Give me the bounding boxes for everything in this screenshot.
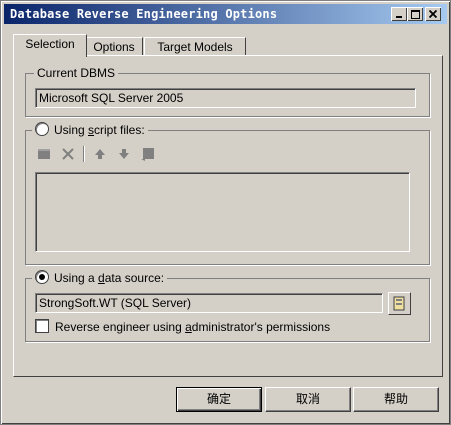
data-source-group: Using a data source: StrongSoft.WT (SQL … <box>25 270 430 342</box>
script-files-option[interactable]: Using script files: <box>32 122 148 138</box>
maximize-icon <box>410 10 420 19</box>
data-source-field[interactable]: StrongSoft.WT (SQL Server) <box>35 293 383 313</box>
ok-button[interactable]: 确定 <box>176 387 262 412</box>
minimize-icon <box>396 16 402 18</box>
close-button[interactable] <box>425 7 441 21</box>
window-title: Database Reverse Engineering Options <box>10 7 278 21</box>
admin-label-post: dministrator's permissions <box>191 320 331 334</box>
title-bar[interactable]: Database Reverse Engineering Options <box>4 4 447 24</box>
script-files-radio[interactable] <box>35 122 49 136</box>
data-source-label-accel: d <box>98 271 105 285</box>
script-files-label-pre: Using <box>54 123 89 137</box>
database-icon <box>393 296 405 311</box>
admin-permissions-option[interactable]: Reverse engineer using administrator's p… <box>35 319 330 334</box>
script-files-list[interactable] <box>35 172 410 252</box>
admin-permissions-checkbox[interactable] <box>35 319 49 333</box>
delete-icon[interactable] <box>59 145 77 163</box>
minimize-button[interactable] <box>391 7 407 21</box>
browse-icon[interactable] <box>139 145 157 163</box>
dialog-window: Database Reverse Engineering Options Sel… <box>0 0 451 425</box>
tab-target-models[interactable]: Target Models <box>144 37 246 57</box>
script-files-label-post: cript files: <box>94 123 145 137</box>
maximize-button[interactable] <box>407 7 423 21</box>
script-files-toolbar <box>35 145 195 163</box>
admin-label-accel: a <box>185 320 192 334</box>
add-file-icon[interactable] <box>35 145 53 163</box>
current-dbms-group: Current DBMS Microsoft SQL Server 2005 <box>25 65 430 117</box>
data-source-label-post: ata source: <box>104 271 165 285</box>
current-dbms-field: Microsoft SQL Server 2005 <box>35 88 416 108</box>
admin-label-pre: Reverse engineer using <box>55 320 186 334</box>
tab-selection[interactable]: Selection <box>13 34 87 57</box>
tab-options[interactable]: Options <box>85 37 143 57</box>
current-dbms-legend: Current DBMS <box>34 65 119 81</box>
move-down-icon[interactable] <box>115 145 133 163</box>
move-up-icon[interactable] <box>91 145 109 163</box>
tab-selection-label: Selection <box>25 37 75 51</box>
cancel-button[interactable]: 取消 <box>265 387 351 412</box>
data-source-label-pre: Using a <box>54 271 99 285</box>
selection-panel: Current DBMS Microsoft SQL Server 2005 U… <box>13 55 443 377</box>
tab-target-models-label: Target Models <box>157 40 233 54</box>
toolbar-separator <box>83 146 84 162</box>
select-data-source-button[interactable] <box>388 292 411 315</box>
close-icon <box>429 10 437 18</box>
data-source-option[interactable]: Using a data source: <box>32 270 168 286</box>
tab-options-label: Options <box>93 40 135 54</box>
script-files-group: Using script files: <box>25 122 430 265</box>
help-button[interactable]: 帮助 <box>353 387 439 412</box>
data-source-radio[interactable] <box>35 270 49 284</box>
